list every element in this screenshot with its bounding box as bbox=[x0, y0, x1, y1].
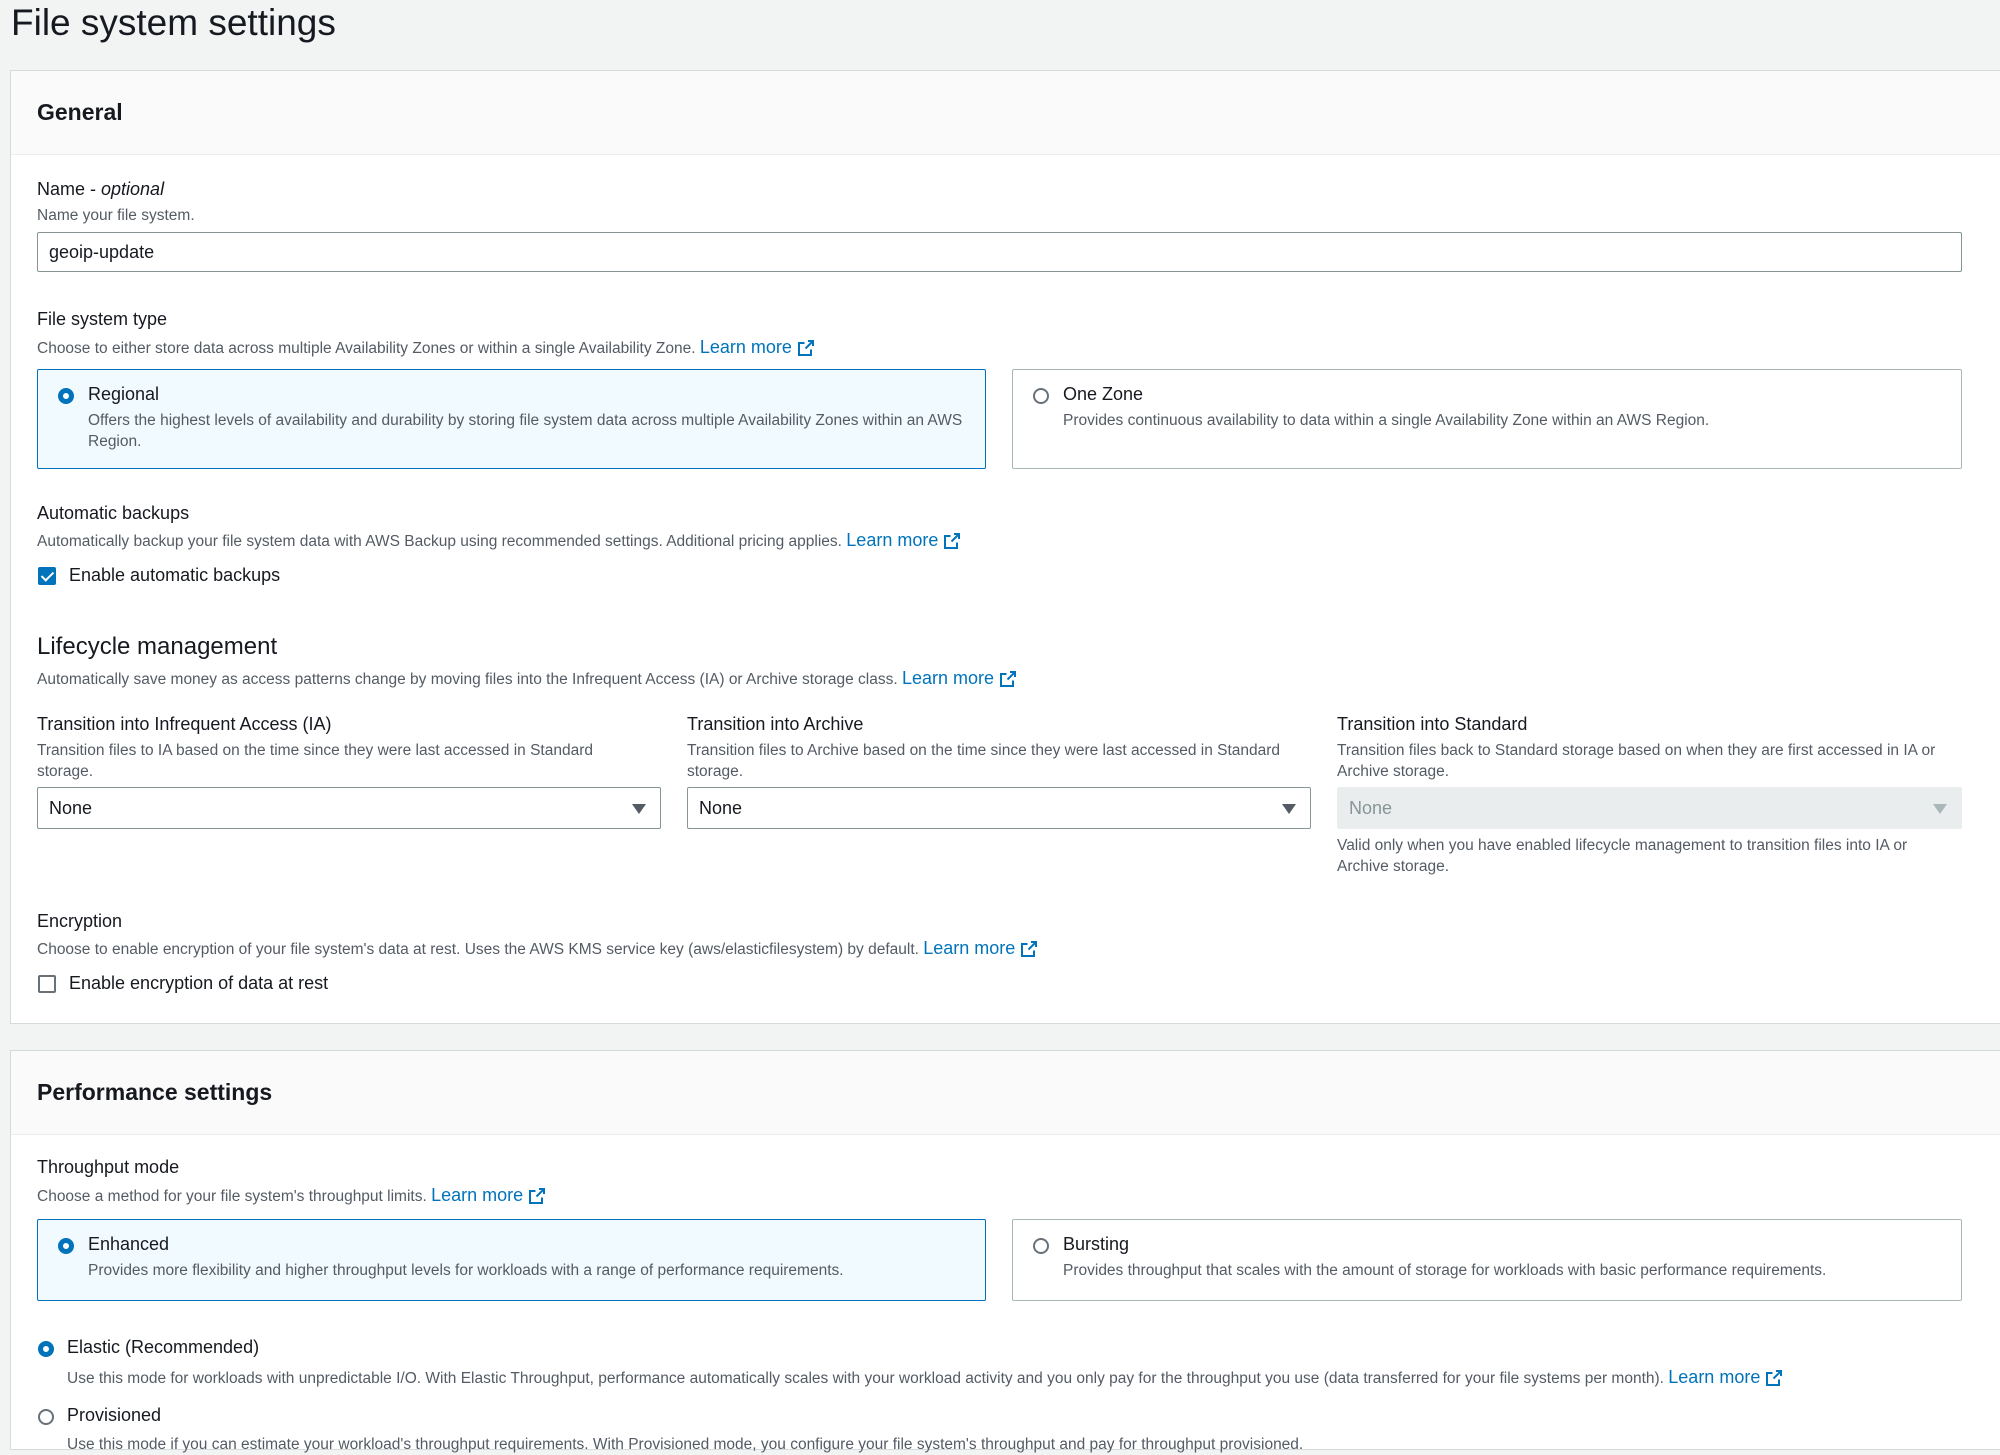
performance-panel: Performance settings Throughput mode Cho… bbox=[10, 1050, 2000, 1453]
enhanced-title: Enhanced bbox=[88, 1234, 170, 1254]
fs-type-one-zone-tile[interactable]: One Zone Provides continuous availabilit… bbox=[1012, 369, 1962, 469]
encryption-label: Encryption bbox=[37, 911, 123, 931]
caret-down-icon bbox=[1282, 804, 1296, 814]
general-panel-header: General bbox=[11, 71, 2000, 155]
elastic-radio[interactable] bbox=[38, 1341, 54, 1357]
ia-select-value: None bbox=[49, 798, 93, 818]
standard-select-value: None bbox=[1349, 798, 1393, 818]
archive-select[interactable]: None bbox=[687, 787, 1311, 829]
caret-down-icon bbox=[1933, 804, 1947, 814]
bursting-title: Bursting bbox=[1063, 1234, 1130, 1254]
standard-description: Transition files back to Standard storag… bbox=[1337, 742, 1936, 780]
lifecycle-description-row: Automatically save money as access patte… bbox=[37, 668, 1017, 690]
external-link-icon bbox=[529, 1187, 546, 1204]
external-link-icon bbox=[1021, 940, 1038, 957]
one-zone-radio[interactable] bbox=[1033, 388, 1049, 404]
elastic-description-row: Use this mode for workloads with unpredi… bbox=[67, 1367, 1783, 1389]
fs-type-description: Choose to either store data across multi… bbox=[37, 340, 696, 357]
throughput-learn-more-link[interactable]: Learn more bbox=[431, 1185, 546, 1206]
provisioned-description: Use this mode if you can estimate your w… bbox=[67, 1436, 1304, 1453]
name-label-optional: optional bbox=[101, 179, 165, 199]
archive-description: Transition files to Archive based on the… bbox=[687, 742, 1281, 780]
provisioned-radio[interactable] bbox=[38, 1409, 54, 1425]
throughput-learn-more-text: Learn more bbox=[431, 1185, 524, 1205]
regional-title: Regional bbox=[88, 384, 160, 404]
ia-description: Transition files to IA based on the time… bbox=[37, 742, 594, 780]
bursting-description: Provides throughput that scales with the… bbox=[1063, 1262, 1827, 1279]
bursting-radio[interactable] bbox=[1033, 1238, 1049, 1254]
general-panel: General Name - optional Name your file s… bbox=[10, 70, 2000, 1024]
backups-description-row: Automatically backup your file system da… bbox=[37, 530, 961, 552]
elastic-learn-more-text: Learn more bbox=[1668, 1367, 1761, 1387]
external-link-icon bbox=[797, 339, 814, 356]
name-label: Name - optional bbox=[37, 179, 164, 200]
lifecycle-heading: Lifecycle management bbox=[37, 633, 278, 660]
enhanced-description: Provides more flexibility and higher thr… bbox=[88, 1262, 844, 1279]
throughput-label: Throughput mode bbox=[37, 1157, 180, 1177]
ia-label: Transition into Infrequent Access (IA) bbox=[37, 714, 332, 734]
fs-type-label: File system type bbox=[37, 309, 168, 329]
elastic-description: Use this mode for workloads with unpredi… bbox=[67, 1370, 1664, 1387]
external-link-icon bbox=[1000, 670, 1017, 687]
one-zone-description: Provides continuous availability to data… bbox=[1063, 412, 1710, 429]
enable-backups-label[interactable]: Enable automatic backups bbox=[69, 565, 280, 586]
external-link-icon bbox=[1766, 1369, 1783, 1386]
fs-type-description-row: Choose to either store data across multi… bbox=[37, 337, 814, 359]
throughput-enhanced-tile[interactable]: Enhanced Provides more flexibility and h… bbox=[37, 1219, 986, 1301]
throughput-description: Choose a method for your file system's t… bbox=[37, 1188, 427, 1205]
performance-heading: Performance settings bbox=[37, 1079, 273, 1105]
elastic-learn-more-link[interactable]: Learn more bbox=[1668, 1367, 1783, 1388]
ia-select[interactable]: None bbox=[37, 787, 661, 829]
name-description: Name your file system. bbox=[37, 207, 195, 224]
name-input[interactable]: geoip-update bbox=[37, 232, 1962, 272]
fs-type-regional-tile[interactable]: Regional Offers the highest levels of av… bbox=[37, 369, 986, 469]
archive-label: Transition into Archive bbox=[687, 714, 864, 734]
regional-radio[interactable] bbox=[58, 388, 74, 404]
provisioned-label[interactable]: Provisioned bbox=[67, 1405, 161, 1426]
external-link-icon bbox=[944, 532, 961, 549]
fs-type-learn-more-text: Learn more bbox=[699, 337, 792, 357]
backups-label: Automatic backups bbox=[37, 503, 190, 523]
lifecycle-learn-more-link[interactable]: Learn more bbox=[901, 668, 1017, 689]
archive-select-value: None bbox=[699, 798, 743, 818]
elastic-label[interactable]: Elastic (Recommended) bbox=[67, 1337, 259, 1358]
encryption-learn-more-text: Learn more bbox=[923, 938, 1016, 958]
standard-select: None bbox=[1337, 787, 1962, 829]
throughput-bursting-tile[interactable]: Bursting Provides throughput that scales… bbox=[1012, 1219, 1962, 1301]
regional-description: Offers the highest levels of availabilit… bbox=[88, 412, 963, 450]
throughput-description-row: Choose a method for your file system's t… bbox=[37, 1185, 546, 1207]
encryption-learn-more-link[interactable]: Learn more bbox=[923, 938, 1038, 959]
name-label-text: Name - bbox=[37, 179, 102, 199]
encryption-description: Choose to enable encryption of your file… bbox=[37, 941, 919, 958]
fs-type-learn-more-link[interactable]: Learn more bbox=[700, 337, 814, 358]
standard-hint: Valid only when you have enabled lifecyc… bbox=[1337, 837, 1908, 875]
enable-encryption-checkbox[interactable] bbox=[38, 975, 56, 993]
one-zone-title: One Zone bbox=[1063, 384, 1144, 404]
standard-label: Transition into Standard bbox=[1337, 714, 1528, 734]
caret-down-icon bbox=[632, 804, 646, 814]
backups-learn-more-link[interactable]: Learn more bbox=[846, 530, 961, 551]
enable-backups-checkbox[interactable] bbox=[38, 567, 56, 585]
performance-panel-header: Performance settings bbox=[11, 1051, 2000, 1135]
backups-description: Automatically backup your file system da… bbox=[37, 533, 842, 550]
lifecycle-learn-more-text: Learn more bbox=[901, 668, 995, 688]
enable-encryption-label[interactable]: Enable encryption of data at rest bbox=[69, 973, 328, 994]
lifecycle-description: Automatically save money as access patte… bbox=[37, 671, 898, 688]
backups-learn-more-text: Learn more bbox=[846, 530, 939, 550]
encryption-description-row: Choose to enable encryption of your file… bbox=[37, 938, 1038, 960]
general-heading: General bbox=[37, 99, 123, 125]
enhanced-radio[interactable] bbox=[58, 1238, 74, 1254]
page-title: File system settings bbox=[11, 2, 336, 43]
